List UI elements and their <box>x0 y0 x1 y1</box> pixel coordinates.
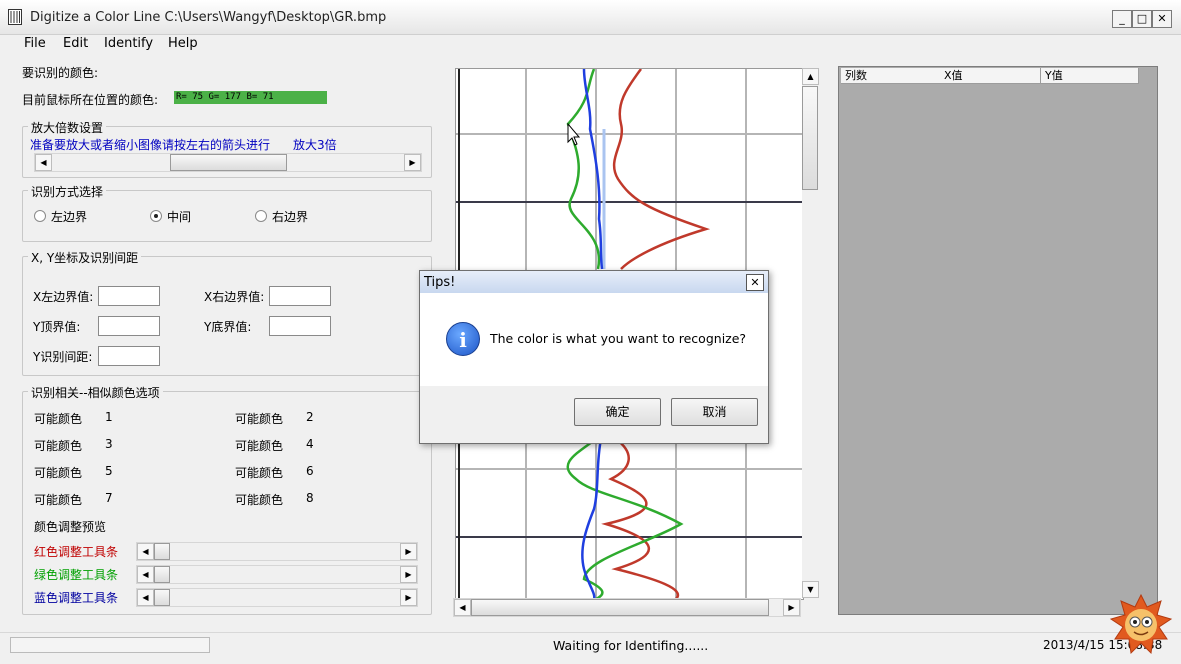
scroll-left-arrow-icon[interactable]: ◀ <box>454 599 471 616</box>
scroll-right-arrow-icon[interactable]: ▶ <box>404 154 421 171</box>
mode-group-title: 识别方式选择 <box>28 183 107 200</box>
red-slider-label: 红色调整工具条 <box>34 545 119 559</box>
radio-left-boundary[interactable] <box>34 210 46 222</box>
possible-color-num: 5 <box>105 464 113 478</box>
app-icon <box>8 9 22 25</box>
y-top-label: Y顶界值: <box>33 320 81 334</box>
status-bar: Waiting for Identifing...... 2013/4/15 1… <box>0 593 1181 664</box>
radio-middle[interactable] <box>150 210 162 222</box>
scroll-right-arrow-icon[interactable]: ▶ <box>400 543 417 560</box>
status-text: Waiting for Identifing...... <box>553 638 709 653</box>
red-slider-thumb[interactable] <box>154 543 170 560</box>
possible-color-num: 1 <box>105 410 113 424</box>
menu-edit[interactable]: Edit <box>63 36 88 51</box>
column-header-x-value[interactable]: X值 <box>940 68 1041 84</box>
mascot-badge-icon <box>1109 593 1173 655</box>
possible-color-label: 可能颜色 <box>235 439 284 453</box>
info-icon: i <box>446 322 480 356</box>
y-top-input[interactable] <box>98 316 160 336</box>
close-button[interactable]: ✕ <box>1152 10 1172 28</box>
image-vscroll-thumb[interactable] <box>802 86 818 190</box>
cursor-color-label: 目前鼠标所在位置的颜色: <box>22 93 159 107</box>
blue-slider-label: 蓝色调整工具条 <box>34 591 119 605</box>
menu-bar: File Edit Identify Help <box>0 34 1181 54</box>
xy-group-title: X, Y坐标及识别间距 <box>28 249 142 266</box>
possible-color-label: 可能颜色 <box>235 493 284 507</box>
possible-color-num: 6 <box>306 464 314 478</box>
column-header-column-number[interactable]: 列数 <box>841 68 942 84</box>
scroll-left-arrow-icon[interactable]: ◀ <box>137 589 154 606</box>
window-title: Digitize a Color Line C:\Users\Wangyf\De… <box>30 10 387 25</box>
dialog-body: i The color is what you want to recogniz… <box>420 293 768 386</box>
possible-color-label: 可能颜色 <box>235 412 284 426</box>
green-slider-label: 绿色调整工具条 <box>34 568 119 582</box>
radio-right-boundary[interactable] <box>255 210 267 222</box>
similar-color-group-title: 识别相关--相似颜色选项 <box>28 384 163 401</box>
possible-color-num: 7 <box>105 491 113 505</box>
green-slider[interactable]: ◀ ▶ <box>136 565 418 584</box>
maximize-button[interactable]: □ <box>1132 10 1152 28</box>
possible-color-label: 可能颜色 <box>34 493 83 507</box>
scroll-right-arrow-icon[interactable]: ▶ <box>783 599 800 616</box>
zoom-hint: 准备要放大或者缩小图像请按左右的箭头进行 <box>30 138 271 152</box>
ok-button[interactable]: 确定 <box>574 398 661 426</box>
data-table[interactable]: 列数 X值 Y值 <box>838 66 1158 615</box>
possible-color-num: 8 <box>306 491 314 505</box>
possible-color-num: 3 <box>105 437 113 451</box>
scroll-right-arrow-icon[interactable]: ▶ <box>400 566 417 583</box>
dialog-message: The color is what you want to recognize? <box>490 331 747 346</box>
possible-color-label: 可能颜色 <box>34 412 83 426</box>
radio-right-boundary-label: 右边界 <box>272 210 309 224</box>
radio-middle-label: 中间 <box>167 210 192 224</box>
zoom-scrollbar[interactable]: ◀ ▶ <box>34 153 422 172</box>
progress-bar <box>10 637 210 653</box>
target-color-label: 要识别的颜色: <box>22 66 99 80</box>
scroll-right-arrow-icon[interactable]: ▶ <box>400 589 417 606</box>
y-step-input[interactable] <box>98 346 160 366</box>
scroll-left-arrow-icon[interactable]: ◀ <box>35 154 52 171</box>
info-icon-glyph: i <box>459 328 467 352</box>
dialog-title-bar: Tips! ✕ <box>420 271 768 293</box>
red-slider[interactable]: ◀ ▶ <box>136 542 418 561</box>
x-right-label: X右边界值: <box>204 290 265 304</box>
zoom-scroll-thumb[interactable] <box>170 154 287 171</box>
image-hscrollbar[interactable]: ◀ ▶ <box>453 598 801 617</box>
scroll-up-arrow-icon[interactable]: ▲ <box>802 68 819 85</box>
blue-slider[interactable]: ◀ ▶ <box>136 588 418 607</box>
image-hscroll-thumb[interactable] <box>471 599 769 616</box>
radio-left-boundary-label: 左边界 <box>51 210 88 224</box>
possible-color-num: 2 <box>306 410 314 424</box>
green-slider-thumb[interactable] <box>154 566 170 583</box>
scroll-left-arrow-icon[interactable]: ◀ <box>137 566 154 583</box>
column-header-y-value[interactable]: Y值 <box>1041 68 1139 84</box>
menu-help[interactable]: Help <box>168 36 198 51</box>
x-right-input[interactable] <box>269 286 331 306</box>
possible-color-num: 4 <box>306 437 314 451</box>
blue-slider-thumb[interactable] <box>154 589 170 606</box>
dialog-title: Tips! <box>424 275 456 290</box>
minimize-button[interactable]: _ <box>1112 10 1132 28</box>
y-step-label: Y识别间距: <box>33 350 93 364</box>
zoom-level-text: 放大3倍 <box>293 138 337 152</box>
menu-file[interactable]: File <box>24 36 46 51</box>
dialog-close-button[interactable]: ✕ <box>746 274 764 291</box>
color-preview-label: 颜色调整预览 <box>34 520 107 534</box>
x-left-label: X左边界值: <box>33 290 94 304</box>
possible-color-label: 可能颜色 <box>34 466 83 480</box>
x-left-input[interactable] <box>98 286 160 306</box>
possible-color-label: 可能颜色 <box>34 439 83 453</box>
title-bar: Digitize a Color Line C:\Users\Wangyf\De… <box>0 0 1181 35</box>
cursor-color-swatch: R= 75 G= 177 B= 71 <box>174 91 327 104</box>
scroll-left-arrow-icon[interactable]: ◀ <box>137 543 154 560</box>
tips-dialog: Tips! ✕ i The color is what you want to … <box>419 270 769 444</box>
menu-identify[interactable]: Identify <box>104 36 153 51</box>
image-vscrollbar[interactable]: ▲ ▼ <box>802 68 819 598</box>
cancel-button[interactable]: 取消 <box>671 398 758 426</box>
y-bottom-input[interactable] <box>269 316 331 336</box>
scroll-down-arrow-icon[interactable]: ▼ <box>802 581 819 598</box>
possible-color-label: 可能颜色 <box>235 466 284 480</box>
y-bottom-label: Y底界值: <box>204 320 252 334</box>
zoom-group-title: 放大倍数设置 <box>28 119 107 136</box>
